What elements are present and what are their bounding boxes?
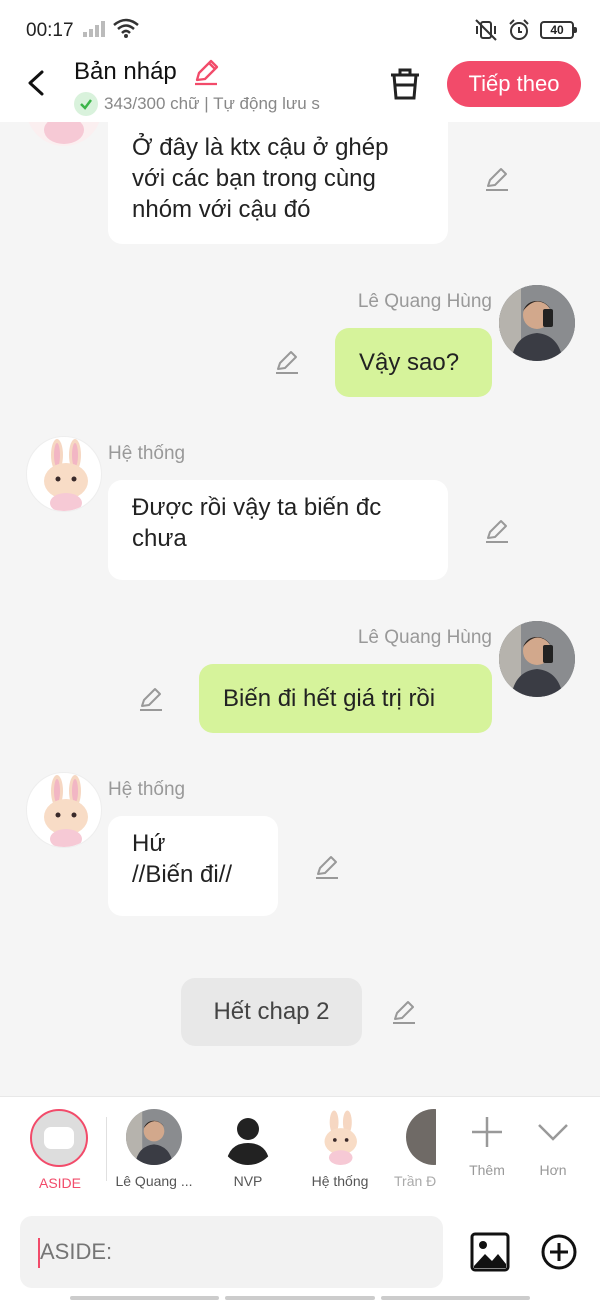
message-text: Hứ //Biến đi// <box>132 830 233 888</box>
character-label: Trần Đ <box>394 1173 436 1189</box>
character-aside[interactable]: ASIDE <box>30 1109 90 1191</box>
add-character-button[interactable]: Thêm <box>460 1109 514 1178</box>
sender-name: Lê Quang Hùng <box>357 627 492 648</box>
divider <box>106 1117 107 1181</box>
message-text: Ở đây là ktx cậu ở ghép với các bạn tron… <box>132 134 389 223</box>
wifi-icon <box>113 18 139 38</box>
message-text: Vậy sao? <box>359 349 460 376</box>
avatar[interactable] <box>26 436 102 512</box>
message-bubble: Vậy sao? <box>335 328 492 397</box>
add-circle-icon[interactable] <box>541 1234 577 1270</box>
message-text: Biến đi hết giá trị rồi <box>223 685 436 712</box>
character-label: ASIDE <box>38 1175 81 1191</box>
character-selector: ASIDE Lê Quang ... NVP Hệ thống Trần Đ T… <box>0 1096 600 1204</box>
alarm-icon <box>509 19 529 40</box>
edit-pencil-icon[interactable] <box>391 999 417 1025</box>
chevron-down-icon <box>538 1124 568 1141</box>
message-bubble: Biến đi hết giá trị rồi <box>199 664 492 733</box>
character-label: Lê Quang ... <box>115 1173 193 1189</box>
message-bubble: Ở đây là ktx cậu ở ghép với các bạn tron… <box>108 122 448 244</box>
home-indicator <box>70 1296 530 1300</box>
page-title: Bản nháp <box>74 58 177 85</box>
message-bubble: Được rồi vậy ta biến đc chưa <box>108 480 448 580</box>
next-button[interactable]: Tiếp theo <box>447 61 581 107</box>
sender-name: Lê Quang Hùng <box>357 291 492 312</box>
avatar <box>406 1109 436 1165</box>
aside-icon <box>30 1109 88 1167</box>
message-bubble: Hứ //Biến đi// <box>108 816 278 916</box>
character-label: Hệ thống <box>311 1173 369 1189</box>
edit-pencil-icon[interactable] <box>314 854 340 880</box>
trash-icon[interactable] <box>388 66 422 102</box>
plus-icon <box>472 1117 502 1147</box>
character-he-thong[interactable]: Hệ thống <box>304 1109 376 1189</box>
sender-name: Hệ thống <box>108 779 186 800</box>
input-bar <box>0 1204 600 1300</box>
more-characters-button[interactable]: Hơn <box>532 1109 574 1178</box>
status-time: 00:17 <box>26 20 74 41</box>
message-input[interactable] <box>20 1216 443 1288</box>
back-arrow-icon[interactable] <box>22 68 52 98</box>
sender-name: Hệ thống <box>108 443 186 464</box>
word-count-line: 343/300 chữ | Tự động lưu s <box>74 92 360 116</box>
character-label: Hơn <box>539 1162 567 1178</box>
character-nvp[interactable]: NVP <box>216 1109 280 1189</box>
character-tran-d[interactable]: Trần Đ <box>394 1109 436 1189</box>
check-icon <box>74 92 98 116</box>
edit-pencil-icon[interactable] <box>484 166 510 192</box>
battery-icon: 40 <box>540 21 577 39</box>
aside-bubble: Hết chap 2 <box>181 978 362 1046</box>
avatar[interactable] <box>26 772 102 848</box>
status-bar: 00:17 40 <box>0 0 600 56</box>
character-le-quang-hung[interactable]: Lê Quang ... <box>112 1109 196 1189</box>
battery-level: 40 <box>550 23 564 37</box>
app-header: Bản nháp 343/300 chữ | Tự động lưu s Tiế… <box>0 56 600 122</box>
mute-vibrate-icon <box>475 19 497 41</box>
signal-icon <box>83 21 105 37</box>
message-text: Được rồi vậy ta biến đc chưa <box>132 494 382 552</box>
edit-pencil-icon[interactable] <box>274 349 300 375</box>
avatar <box>312 1109 368 1165</box>
text-caret <box>38 1238 40 1268</box>
aside-text: Hết chap 2 <box>213 998 330 1025</box>
avatar <box>220 1109 276 1165</box>
image-icon[interactable] <box>470 1232 510 1272</box>
word-count-text: 343/300 chữ | Tự động lưu s <box>104 94 320 113</box>
edit-pencil-icon[interactable] <box>138 686 164 712</box>
avatar[interactable] <box>499 621 575 697</box>
character-label: NVP <box>233 1173 263 1189</box>
avatar[interactable] <box>499 285 575 361</box>
avatar <box>126 1109 182 1165</box>
pencil-icon[interactable] <box>192 58 220 86</box>
character-label: Thêm <box>469 1162 505 1178</box>
edit-pencil-icon[interactable] <box>484 518 510 544</box>
